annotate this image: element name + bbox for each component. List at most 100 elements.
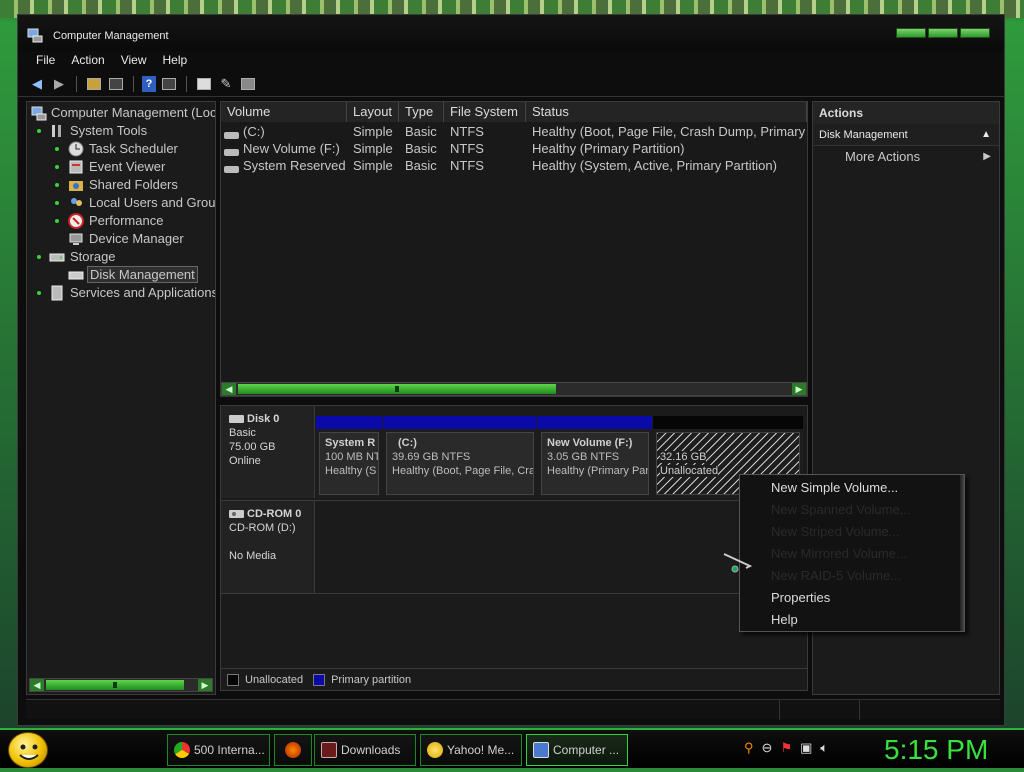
status-section (860, 700, 1000, 720)
show-hide-tree-icon[interactable] (107, 75, 125, 93)
column-header-layout[interactable]: Layout (347, 102, 399, 122)
tree-item-event-viewer[interactable]: Event Viewer (27, 158, 215, 176)
maximize-button[interactable] (928, 28, 958, 38)
cdrom-0-info[interactable]: CD-ROM 0 CD-ROM (D:) No Media (221, 501, 315, 593)
tree-item-device-manager[interactable]: Device Manager (27, 230, 215, 248)
scroll-left-arrow-icon[interactable]: ◀ (30, 679, 44, 691)
expand-dot-icon[interactable] (55, 147, 59, 151)
up-folder-icon[interactable] (85, 75, 103, 93)
expand-dot-icon[interactable] (37, 255, 41, 259)
partition-status: Healthy (S (325, 465, 377, 477)
column-header-volume[interactable]: Volume (221, 102, 347, 122)
submenu-arrow-icon: ▶ (983, 151, 991, 162)
tree-label: Storage (70, 249, 116, 264)
expand-dot-icon[interactable] (55, 183, 59, 187)
yahoo-messenger-icon (427, 742, 443, 758)
taskbar-item-yahoo-messenger[interactable]: Yahoo! Me... (420, 734, 522, 766)
show-hide-action-pane-icon[interactable] (160, 75, 178, 93)
menu-help[interactable]: Help (155, 51, 196, 71)
hard-disk-icon (229, 415, 244, 423)
volume-list-horizontal-scrollbar[interactable]: ◀ ▶ (221, 382, 807, 396)
menu-file[interactable]: File (28, 51, 63, 71)
expand-dot-icon[interactable] (55, 219, 59, 223)
tree-label: Performance (89, 213, 164, 228)
expand-dot-icon[interactable] (55, 201, 59, 205)
help-icon[interactable]: ? (142, 75, 156, 92)
tree-item-task-scheduler[interactable]: Task Scheduler (27, 140, 215, 158)
actions-section-disk-management[interactable]: Disk Management ▲ (813, 124, 999, 146)
network-icon[interactable]: ▣ (800, 740, 812, 756)
column-header-file-system[interactable]: File System (444, 102, 526, 122)
taskbar-item-label: Downloads (341, 743, 401, 757)
taskbar-item-label: 500 Interna... (194, 743, 265, 757)
column-header-status[interactable]: Status (526, 102, 807, 122)
taskbar-item-firefox[interactable] (274, 734, 312, 766)
volume-row[interactable]: New Volume (F:) Simple Basic NTFS Health… (221, 140, 807, 157)
volume-file-system: NTFS (450, 158, 484, 173)
tree-item-system-tools[interactable]: System Tools (27, 122, 215, 140)
volume-name: (C:) (243, 124, 265, 139)
volume-status: Healthy (Primary Partition) (532, 141, 685, 156)
menu-item-new-simple-volume[interactable]: New Simple Volume... (771, 477, 898, 499)
tree-item-performance[interactable]: Performance (27, 212, 215, 230)
tree-item-shared-folders[interactable]: Shared Folders (27, 176, 215, 194)
menu-item-properties[interactable]: Properties (771, 587, 830, 609)
expand-dot-icon[interactable] (37, 129, 41, 133)
volume-row[interactable]: (C:) Simple Basic NTFS Healthy (Boot, Pa… (221, 123, 807, 140)
volume-icon[interactable]: 🔈︎ (820, 740, 828, 756)
tree-item-storage[interactable]: Storage (27, 248, 215, 266)
scroll-left-arrow-icon[interactable]: ◀ (222, 383, 236, 395)
menu-item-help[interactable]: Help (771, 609, 798, 631)
tree-label-selected: Disk Management (87, 266, 198, 283)
taskbar-item-computer-management[interactable]: Computer ... (526, 734, 628, 766)
title-bar[interactable]: Computer Management (18, 15, 1004, 51)
column-header-type[interactable]: Type (399, 102, 444, 122)
expand-dot-icon[interactable] (37, 291, 41, 295)
minus-circle-icon[interactable]: ⊖ (762, 740, 773, 756)
start-button[interactable] (8, 732, 48, 768)
menu-view[interactable]: View (113, 51, 155, 71)
taskbar-item-chrome[interactable]: 500 Interna... (167, 734, 270, 766)
partition-system-reserved[interactable]: System R 100 MB NT Healthy (S (316, 416, 382, 498)
partition-size: 32.16 GB (660, 451, 707, 463)
tree-label: Task Scheduler (89, 141, 178, 156)
more-actions-item[interactable]: More Actions ▶ (813, 146, 999, 168)
scroll-right-arrow-icon[interactable]: ▶ (792, 383, 806, 395)
volume-type: Basic (405, 141, 437, 156)
expand-dot-icon[interactable] (55, 165, 59, 169)
disk-0-info[interactable]: Disk 0 Basic 75.00 GB Online (221, 406, 315, 498)
tree-item-services-and-applications[interactable]: Services and Applications (27, 284, 215, 302)
flag-icon[interactable]: ⚑ (780, 740, 792, 756)
context-menu: New Simple Volume... New Spanned Volume.… (739, 474, 965, 632)
clock[interactable]: 5:15 PM (884, 732, 988, 768)
menu-action[interactable]: Action (63, 51, 112, 71)
edit-icon[interactable]: ✎ (217, 75, 235, 93)
back-icon[interactable]: ◀ (28, 75, 46, 93)
tree-horizontal-scrollbar[interactable]: ◀ ▶ (29, 678, 213, 692)
close-button[interactable] (960, 28, 990, 38)
computer-management-icon (27, 28, 43, 43)
legend: Unallocated Primary partition (221, 668, 807, 690)
minimize-button[interactable] (896, 28, 926, 38)
search-icon[interactable]: ⚲ (744, 740, 754, 756)
taskbar-item-downloads[interactable]: Downloads (314, 734, 416, 766)
partition-c[interactable]: (C:) 39.69 GB NTFS Healthy (Boot, Page F… (383, 416, 537, 498)
tree-item-computer-management[interactable]: Computer Management (Loc (27, 104, 215, 122)
cdrom-state: No Media (229, 550, 277, 562)
tree-item-disk-management[interactable]: Disk Management (27, 266, 215, 284)
refresh-icon[interactable] (195, 75, 213, 93)
disk-0-type: Basic (229, 427, 256, 439)
volume-row[interactable]: System Reserved Simple Basic NTFS Health… (221, 157, 807, 174)
scroll-right-arrow-icon[interactable]: ▶ (198, 679, 212, 691)
tree-label: Device Manager (89, 231, 184, 246)
menu-item-new-spanned-volume: New Spanned Volume... (771, 502, 911, 517)
forward-icon[interactable]: ▶ (50, 75, 68, 93)
scrollbar-thumb[interactable] (46, 680, 184, 690)
status-section (780, 700, 860, 720)
menu-item-new-raid5-volume: New RAID-5 Volume... (771, 568, 902, 583)
settings-icon[interactable] (239, 75, 257, 93)
tree-item-local-users[interactable]: Local Users and Grou (27, 194, 215, 212)
scrollbar-thumb[interactable] (238, 384, 556, 394)
partition-f[interactable]: New Volume (F:) 3.05 GB NTFS Healthy (Pr… (538, 416, 652, 498)
collapse-up-icon[interactable]: ▲ (981, 124, 991, 146)
